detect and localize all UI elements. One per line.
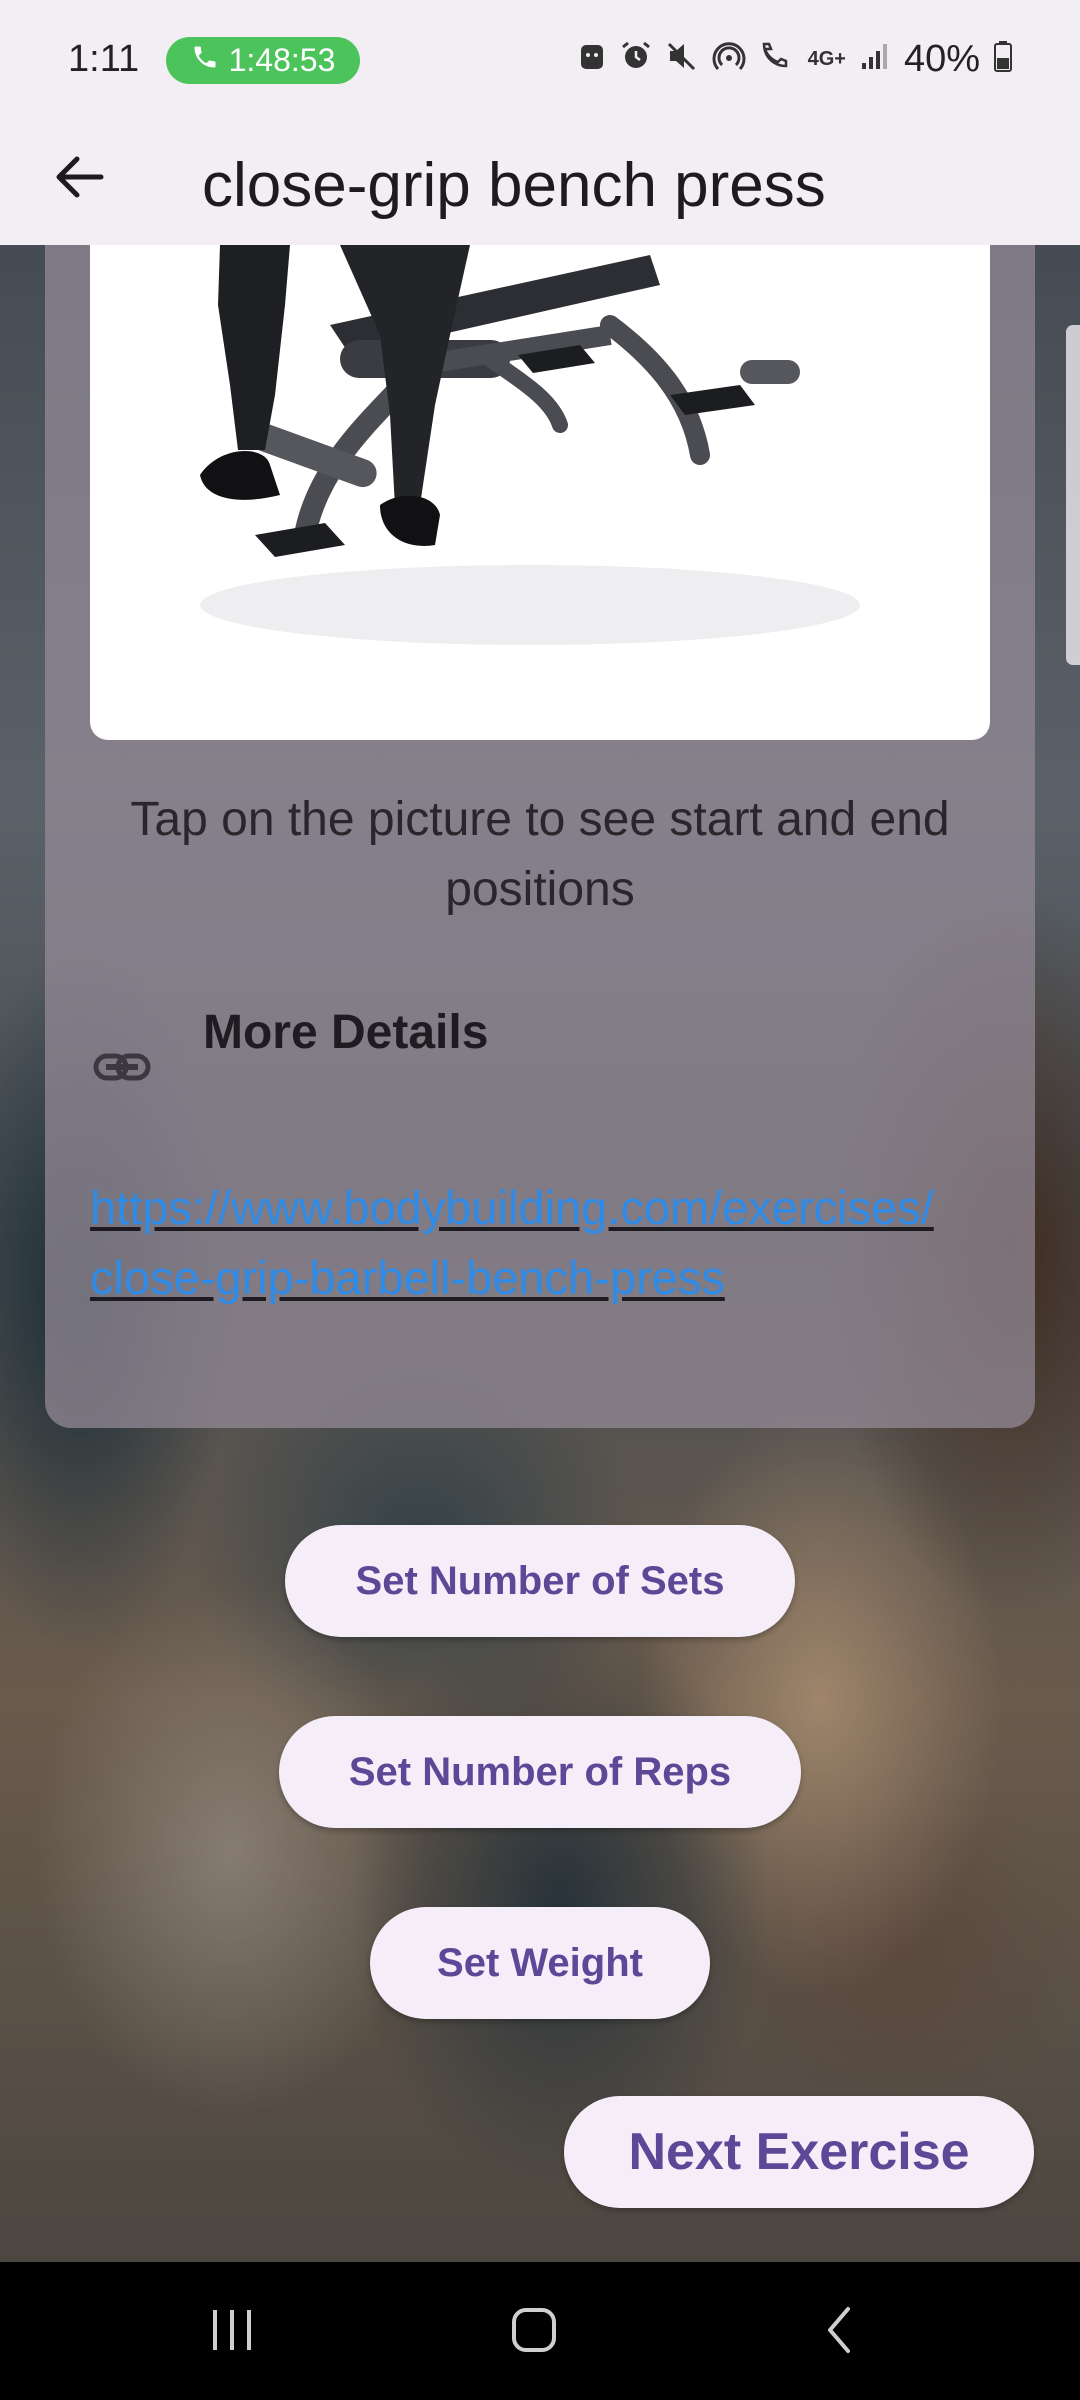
image-caption: Tap on the picture to see start and end … [130,793,950,916]
alarm-icon [620,41,652,79]
battery-icon [994,40,1012,80]
scrollbar[interactable] [1066,325,1080,665]
next-exercise-button[interactable]: Next Exercise [564,2096,1034,2208]
more-details-heading: More Details [203,1006,489,1059]
app-bar: close-grip bench press [0,120,1080,245]
status-bar: 1:11 1:48:53 4G+ 40% [0,0,1080,120]
exercise-image[interactable] [90,245,990,740]
battery-percent: 40% [903,38,980,80]
android-icon [578,41,606,79]
back-icon [820,2305,860,2360]
hotspot-icon [712,41,746,79]
phone-icon [191,42,219,79]
network-type: 4G+ [807,48,846,70]
home-button[interactable] [484,2292,584,2372]
call-timer: 1:48:53 [228,42,336,78]
ongoing-call-pill[interactable]: 1:48:53 [166,37,360,84]
home-icon [509,2305,559,2360]
recents-icon [207,2306,257,2359]
details-link[interactable]: https://www.bodybuilding.com/exercises/c… [90,1173,950,1313]
arrow-back-icon [53,155,105,204]
signal-icon [860,41,890,79]
navigation-bar [0,2262,1080,2400]
nav-back-button[interactable] [790,2292,890,2372]
status-time: 1:11 [68,38,140,80]
set-sets-button[interactable]: Set Number of Sets [285,1525,795,1637]
mute-icon [666,41,698,79]
link-icon [92,1048,152,1088]
back-button[interactable] [44,144,114,214]
recents-button[interactable] [182,2292,282,2372]
set-reps-button[interactable]: Set Number of Reps [279,1716,801,1828]
page-title: close-grip bench press [202,151,826,220]
wifi-call-icon [760,41,794,79]
status-icons: 4G+ 40% [578,38,1012,81]
set-weight-button[interactable]: Set Weight [370,1907,710,2019]
